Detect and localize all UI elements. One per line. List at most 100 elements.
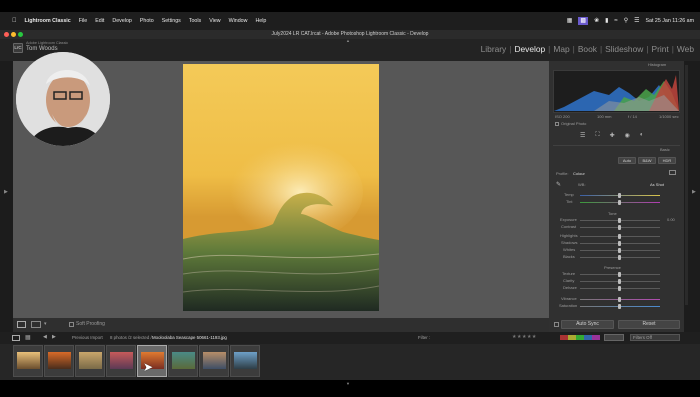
filmstrip[interactable] xyxy=(0,344,700,380)
module-library[interactable]: Library xyxy=(481,44,507,54)
exposure-value[interactable]: 0.00 xyxy=(667,217,675,222)
texture-slider[interactable] xyxy=(580,272,660,277)
tone-label: Tone xyxy=(608,211,617,216)
selected-filename[interactable]: Mooloolaba Seascape 50661-1193.jpg xyxy=(152,335,227,340)
menu-file[interactable]: File xyxy=(79,18,88,24)
vibrance-slider[interactable] xyxy=(580,297,660,302)
menu-help[interactable]: Help xyxy=(255,18,266,24)
saturation-slider[interactable] xyxy=(580,304,660,309)
red-eye-icon[interactable]: ◉ xyxy=(625,132,630,139)
grid-view-icon[interactable]: ▦ xyxy=(25,334,31,341)
clock[interactable]: Sat 25 Jan 11:26 am xyxy=(646,18,695,24)
reset-button[interactable]: Reset xyxy=(618,320,680,329)
right-panel-scrollbar[interactable] xyxy=(685,65,688,305)
white-balance-eyedropper-icon[interactable]: ✎ xyxy=(556,181,561,188)
rating-filter-stars[interactable]: ★★★★★ xyxy=(512,334,537,340)
zoom-window-button[interactable] xyxy=(18,32,23,37)
tint-slider[interactable] xyxy=(580,200,660,205)
menu-tools[interactable]: Tools xyxy=(189,18,201,24)
collapse-filmstrip-arrow[interactable]: ▼ xyxy=(346,381,350,386)
forward-arrow-icon[interactable]: ▶ xyxy=(52,334,56,340)
clarity-slider[interactable] xyxy=(580,279,660,284)
color-label-filter[interactable] xyxy=(560,335,600,340)
whites-slider[interactable] xyxy=(580,248,660,253)
temp-label: Temp xyxy=(564,192,574,197)
battery-icon[interactable]: ▮ xyxy=(605,18,608,24)
camera-icon[interactable]: ▦ xyxy=(567,18,573,24)
menu-photo[interactable]: Photo xyxy=(140,18,154,24)
back-arrow-icon[interactable]: ◀ xyxy=(43,334,47,340)
auto-sync-switch[interactable] xyxy=(554,322,559,327)
filter-lock-switch[interactable] xyxy=(604,334,624,341)
histogram-header[interactable]: Histogram xyxy=(648,62,666,67)
search-icon[interactable]: ⚲ xyxy=(624,18,628,24)
filmstrip-thumb[interactable] xyxy=(13,345,43,377)
masking-icon[interactable]: ◐ xyxy=(640,132,644,139)
screen-share-icon[interactable]: ▩ xyxy=(578,17,589,25)
highlights-slider[interactable] xyxy=(580,234,660,239)
filmstrip-thumb[interactable] xyxy=(168,345,198,377)
blacks-slider[interactable] xyxy=(580,255,660,260)
module-book[interactable]: Book xyxy=(578,44,597,54)
module-develop[interactable]: Develop xyxy=(514,44,545,54)
menu-develop[interactable]: Develop xyxy=(112,18,131,24)
bw-button[interactable]: B&W xyxy=(638,157,656,164)
histogram-aperture: f / 14 xyxy=(628,114,637,119)
filmstrip-thumb[interactable] xyxy=(44,345,74,377)
expand-left-arrow[interactable]: ▶ xyxy=(4,189,8,195)
histogram[interactable] xyxy=(553,70,680,113)
original-photo-checkbox[interactable] xyxy=(555,122,559,126)
saturation-label: Saturation xyxy=(559,303,578,308)
filmstrip-thumb[interactable] xyxy=(199,345,229,377)
menu-view[interactable]: View xyxy=(209,18,220,24)
filmstrip-thumb[interactable] xyxy=(106,345,136,377)
module-web[interactable]: Web xyxy=(677,44,694,54)
module-print[interactable]: Print xyxy=(652,44,669,54)
secondary-window-icon[interactable] xyxy=(12,335,20,341)
close-window-button[interactable] xyxy=(4,32,9,37)
shadows-slider[interactable] xyxy=(580,241,660,246)
filters-off-dropdown[interactable]: Filters Off xyxy=(630,334,680,341)
profile-value[interactable]: Colour xyxy=(573,171,585,176)
soft-proofing-label: Soft Proofing xyxy=(76,321,105,327)
auto-sync-button[interactable]: Auto Sync xyxy=(561,320,614,329)
filmstrip-source[interactable]: Previous Import xyxy=(72,335,103,340)
menu-settings[interactable]: Settings xyxy=(162,18,181,24)
auto-button[interactable]: Auto xyxy=(618,157,636,164)
temp-slider[interactable] xyxy=(580,193,660,198)
creative-cloud-icon[interactable]: ❀ xyxy=(594,18,599,24)
module-slideshow[interactable]: Slideshow xyxy=(605,44,643,54)
edit-sliders-icon[interactable]: ☰ xyxy=(580,132,585,139)
soft-proofing-checkbox[interactable] xyxy=(69,322,74,327)
wifi-icon[interactable]: ≈ xyxy=(614,18,617,24)
profile-browser-icon[interactable] xyxy=(669,170,676,175)
histogram-iso: ISO 200 xyxy=(555,114,570,119)
collapse-top-arrow[interactable]: ▲ xyxy=(346,38,350,43)
exposure-slider[interactable] xyxy=(580,218,660,223)
apple-menu-icon[interactable]:  xyxy=(12,18,17,24)
loupe-view-icon[interactable] xyxy=(17,321,26,328)
menu-app-name[interactable]: Lightroom Classic xyxy=(25,18,71,24)
window-title: July2024 LR CAT.lrcat - Adobe Photoshop … xyxy=(271,31,429,37)
basic-panel-header[interactable]: Basic xyxy=(660,147,670,152)
seascape-photo[interactable] xyxy=(182,64,380,311)
filmstrip-thumb[interactable] xyxy=(230,345,260,377)
crop-icon[interactable]: ⛶ xyxy=(595,132,599,139)
menu-edit[interactable]: Edit xyxy=(95,18,104,24)
before-after-dropdown-icon[interactable]: ▾ xyxy=(44,321,47,327)
dehaze-slider[interactable] xyxy=(580,286,660,291)
hdr-button[interactable]: HDR xyxy=(658,157,676,164)
dehaze-label: Dehaze xyxy=(563,285,577,290)
left-panel-collapsed[interactable]: ▶ xyxy=(0,61,13,332)
before-after-icon[interactable] xyxy=(31,321,41,328)
menu-window[interactable]: Window xyxy=(229,18,248,24)
thumb-image xyxy=(234,352,257,369)
module-map[interactable]: Map xyxy=(553,44,569,54)
collapse-right-arrow[interactable]: ▶ xyxy=(692,189,696,195)
control-center-icon[interactable]: ☰ xyxy=(634,18,639,24)
minimize-window-button[interactable] xyxy=(11,32,16,37)
contrast-slider[interactable] xyxy=(580,225,660,230)
wb-value[interactable]: As Shot xyxy=(650,182,664,187)
healing-icon[interactable]: ✚ xyxy=(610,132,615,139)
filmstrip-thumb[interactable] xyxy=(75,345,105,377)
